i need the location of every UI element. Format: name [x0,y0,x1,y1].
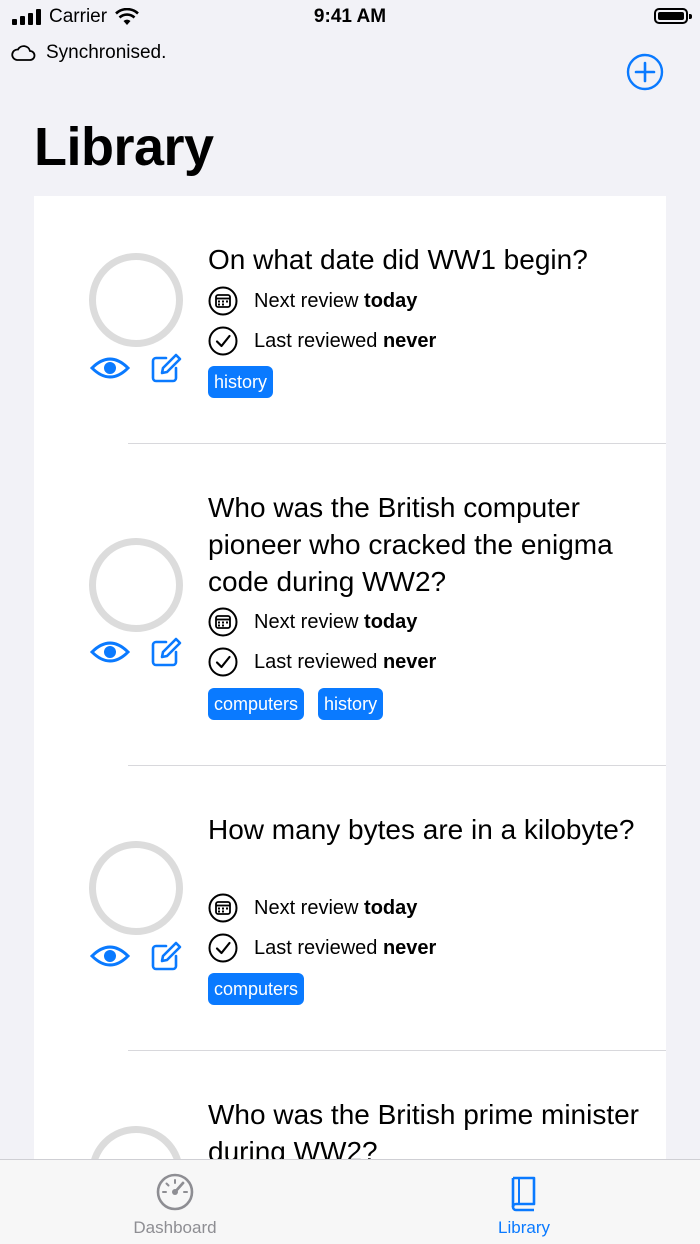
question-text: On what date did WW1 begin? [208,244,588,275]
card-item[interactable]: On what date did WW1 begin? Next review … [34,196,666,444]
tag-computers[interactable]: computers [208,973,305,1005]
tab-dashboard[interactable]: Dashboard [95,1172,255,1238]
add-card-button[interactable] [626,53,664,91]
last-reviewed-row: Last reviewed never [208,647,436,677]
sync-status: Synchronised. [10,42,166,64]
tag-history[interactable]: history [208,366,274,398]
edit-icon[interactable] [150,352,182,384]
next-review-value: today [364,289,418,312]
tag-history[interactable]: history [318,688,384,720]
battery-icon [654,8,692,24]
next-review-row: Next review today [208,286,417,316]
next-review-value: today [364,896,418,919]
next-review-value: today [364,610,418,633]
progress-ring [89,253,183,347]
cloud-icon [11,45,36,61]
next-review-label: Next review [254,610,359,633]
progress-ring [89,538,183,632]
last-reviewed-row: Last reviewed never [208,326,436,356]
checkmark-circle-icon [208,933,238,963]
calendar-icon [208,286,238,316]
card-item[interactable]: How many bytes are in a kilobyte? Next r… [34,766,666,1051]
tag-list: computers history [208,688,384,720]
tag-list: history [208,366,274,398]
card-list[interactable]: On what date did WW1 begin? Next review … [34,196,666,1196]
last-reviewed-label: Last reviewed [254,936,378,959]
tag-computers[interactable]: computers [208,688,305,720]
card-item[interactable]: Who was the British computer pioneer who… [34,444,666,766]
eye-icon[interactable] [90,943,130,969]
last-reviewed-label: Last reviewed [254,329,378,352]
last-reviewed-value: never [382,329,437,352]
question-text: Who was the British computer pioneer who… [208,492,613,597]
tab-library-label: Library [498,1218,550,1237]
eye-icon[interactable] [90,639,130,665]
book-icon [511,1176,536,1212]
tab-library[interactable]: Library [444,1172,604,1238]
last-reviewed-value: never [382,936,437,959]
edit-icon[interactable] [150,940,182,972]
eye-icon[interactable] [90,355,130,381]
next-review-label: Next review [254,289,359,312]
last-reviewed-row: Last reviewed never [208,933,436,963]
sync-label: Synchronised. [46,42,167,63]
calendar-icon [208,607,238,637]
checkmark-circle-icon [208,647,238,677]
status-time: 9:41 AM [313,6,387,27]
edit-icon[interactable] [150,636,182,668]
next-review-label: Next review [254,896,359,919]
status-bar: Carrier 9:41 AM [0,0,700,36]
question-text: How many bytes are in a kilobyte? [208,814,635,845]
last-reviewed-value: never [382,650,437,673]
page-title: Library [34,117,214,177]
next-review-row: Next review today [208,607,417,637]
tag-list: computers [208,973,305,1005]
calendar-icon [208,893,238,923]
checkmark-circle-icon [208,326,238,356]
gauge-icon [156,1173,194,1211]
last-reviewed-label: Last reviewed [254,650,378,673]
tab-dashboard-label: Dashboard [133,1218,217,1237]
next-review-row: Next review today [208,893,417,923]
tab-bar: Dashboard Library [0,1159,700,1244]
progress-ring [89,841,183,935]
